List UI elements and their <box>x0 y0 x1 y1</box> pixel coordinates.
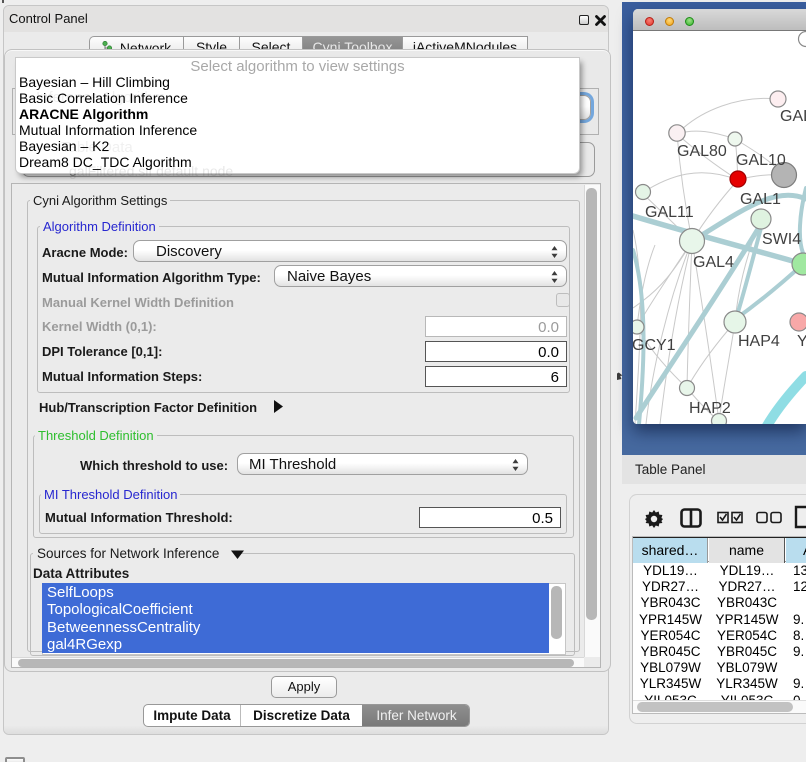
svg-text:GAL11: GAL11 <box>645 204 694 221</box>
svg-text:GAL4: GAL4 <box>693 254 734 271</box>
svg-text:Y: Y <box>797 333 806 350</box>
svg-text:GCY1: GCY1 <box>633 337 676 354</box>
svg-text:GAL1: GAL1 <box>740 191 781 208</box>
svg-text:GAL10: GAL10 <box>736 152 786 169</box>
svg-text:HAP4: HAP4 <box>738 333 780 350</box>
svg-text:GALS: GALS <box>780 108 806 125</box>
svg-text:HAP2: HAP2 <box>689 400 731 417</box>
svg-text:GAL80: GAL80 <box>677 143 727 160</box>
svg-text:SWI4: SWI4 <box>762 231 801 248</box>
